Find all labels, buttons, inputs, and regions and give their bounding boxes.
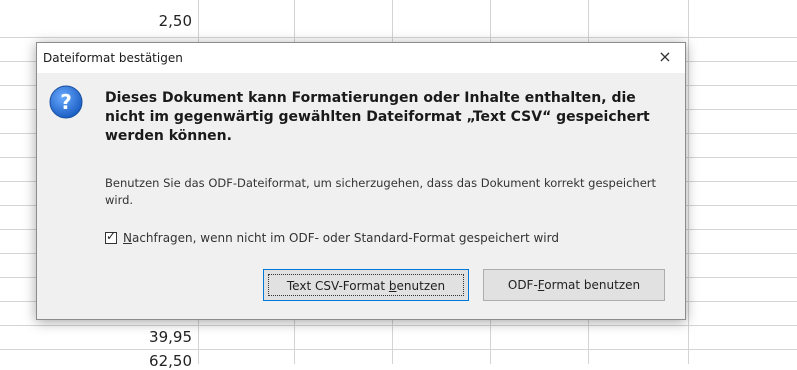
label-text: achfragen, wenn nicht im ODF- oder Stand… [131, 231, 559, 245]
button-text: enutzen [396, 279, 446, 293]
grid-line [0, 37, 797, 38]
checkmark-icon: ✓ [106, 229, 117, 243]
svg-text:?: ? [60, 90, 72, 114]
close-button[interactable]: × [655, 47, 675, 67]
confirm-file-format-dialog: Dateiformat bestätigen × ? Dieses Dokume… [36, 42, 686, 320]
grid-line [0, 325, 797, 326]
sub-message: Benutzen Sie das ODF-Dateiformat, um sic… [105, 176, 657, 207]
mnemonic: N [123, 231, 132, 245]
use-text-csv-button[interactable]: Text CSV-Format benutzen [263, 269, 469, 301]
button-text: ormat benutzen [544, 278, 641, 292]
use-odf-format-button[interactable]: ODF-Format benutzen [483, 269, 665, 301]
close-icon: × [658, 47, 672, 66]
ask-again-checkbox-row[interactable]: ✓ Nachfragen, wenn nicht im ODF- oder St… [105, 229, 559, 247]
cell-value[interactable]: 2,50 [72, 12, 192, 30]
main-message: Dieses Dokument kann Formatierungen oder… [105, 90, 650, 144]
grid-line [688, 0, 689, 364]
dialog-titlebar[interactable]: Dateiformat bestätigen × [37, 43, 685, 73]
dialog-title: Dateiformat bestätigen [43, 51, 183, 65]
button-text: Text CSV-Format [286, 279, 389, 293]
grid-line [0, 349, 797, 350]
question-icon: ? [49, 85, 83, 119]
ask-again-checkbox[interactable]: ✓ [105, 229, 117, 244]
mnemonic: b [388, 279, 397, 293]
ask-again-label: Nachfragen, wenn nicht im ODF- oder Stan… [123, 231, 559, 245]
focus-ring: Text CSV-Format benutzen [268, 274, 464, 296]
cell-value[interactable]: 62,50 [72, 352, 192, 370]
cell-value[interactable]: 39,95 [72, 328, 192, 346]
button-text: ODF- [507, 278, 538, 292]
